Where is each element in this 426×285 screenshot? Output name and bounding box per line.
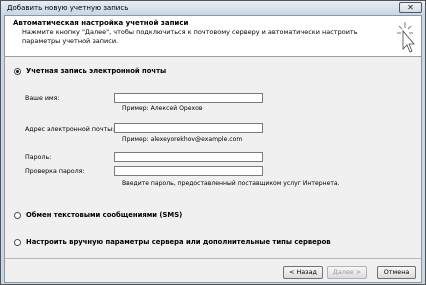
close-button[interactable]: ✕ [399,2,422,13]
add-account-dialog: Добавить новую учетную запись ✕ Автомати… [0,0,426,285]
password-hint: Введите пароль, предоставленный поставщи… [122,180,340,187]
name-label: Ваше имя: [25,95,60,102]
name-hint: Пример: Алексей Орехов [122,105,203,112]
footer-divider [5,258,421,259]
password-label: Пароль: [25,154,52,161]
title-bar: Добавить новую учетную запись ✕ [1,1,425,15]
close-icon: ✕ [407,3,414,12]
email-input[interactable] [114,123,263,133]
password-confirm-input[interactable] [114,166,263,176]
next-button[interactable]: Далее > [327,266,367,279]
manual-setup-radio[interactable] [14,239,21,246]
sms-label: Обмен текстовыми сообщениями (SMS) [26,211,183,219]
header-title: Автоматическая настройка учетной записи [13,19,189,27]
cursor-sparkle-icon [397,22,415,53]
sms-radio[interactable] [14,212,21,219]
password-input[interactable] [114,152,263,162]
cancel-button[interactable]: Отмена [377,266,416,279]
manual-setup-label: Настроить вручную параметры сервера или … [26,238,331,246]
window-title: Добавить новую учетную запись [7,4,129,12]
back-button[interactable]: < Назад [283,266,323,279]
email-account-label: Учетная запись электронной почты [26,67,167,75]
email-label: Адрес электронной почты: [25,126,115,133]
dialog-body: Автоматическая настройка учетной записи … [4,15,422,283]
wizard-header: Автоматическая настройка учетной записи … [5,16,421,57]
email-hint: Пример: alexeyorekhov@example.com [122,136,243,143]
header-description: Нажмите кнопку "Далее", чтобы подключить… [22,28,358,45]
password-confirm-label: Проверка пароля: [25,168,85,175]
email-account-radio[interactable] [14,68,21,75]
name-input[interactable] [114,93,263,103]
